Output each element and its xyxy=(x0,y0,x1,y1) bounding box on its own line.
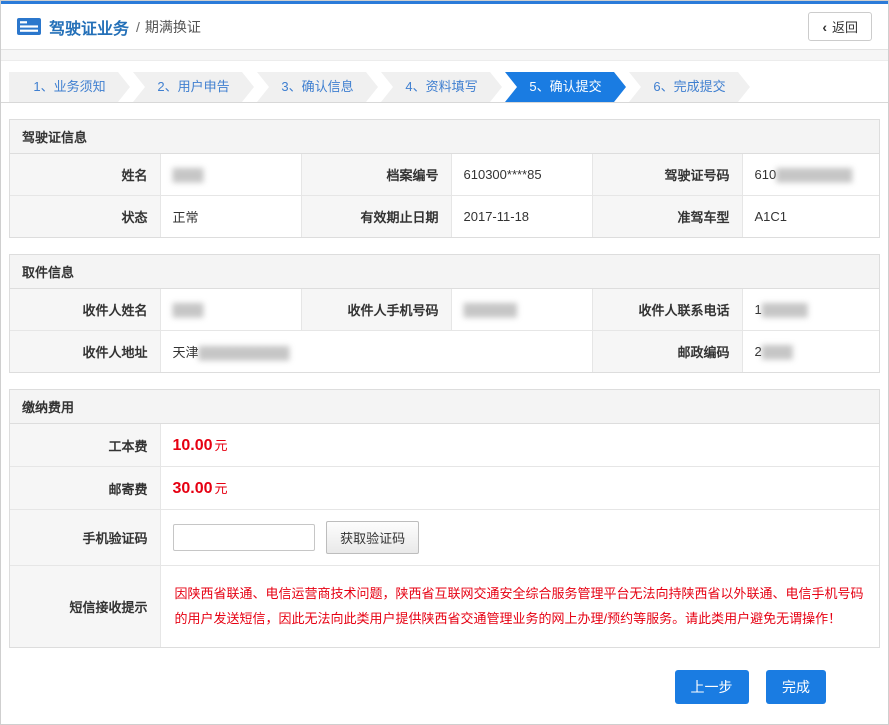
recipient-phone-label: 收件人联系电话 xyxy=(592,289,742,331)
table-row: 姓名 ████ 档案编号 610300****85 驾驶证号码 610█████… xyxy=(10,154,879,196)
sms-code-input[interactable] xyxy=(173,524,315,551)
status-label: 状态 xyxy=(10,196,160,238)
sms-code-cell: 获取验证码 xyxy=(160,510,879,566)
table-row: 收件人地址 天津████████████ 邮政编码 2████ xyxy=(10,331,879,373)
fees-table: 工本费 10.00元 邮寄费 30.00元 手机验证码 获取验证码 短信接收提示… xyxy=(10,424,879,647)
name-value: ████ xyxy=(160,154,301,196)
table-row: 状态 正常 有效期止日期 2017-11-18 准驾车型 A1C1 xyxy=(10,196,879,238)
recipient-address-value: 天津████████████ xyxy=(160,331,592,373)
steps-bar: 1、业务须知 2、用户申告 3、确认信息 4、资料填写 5、确认提交 6、完成提… xyxy=(1,61,888,103)
recipient-address-label: 收件人地址 xyxy=(10,331,160,373)
redacted-recipient-mobile: ███████ xyxy=(464,303,517,317)
redacted-postal-code: ████ xyxy=(762,345,792,359)
page: 驾驶证业务 / 期满换证 ‹ 返回 1、业务须知 2、用户申告 3、确认信息 4… xyxy=(0,0,889,725)
redacted-name: ████ xyxy=(173,168,203,182)
sms-code-label: 手机验证码 xyxy=(10,510,160,566)
back-button-label: 返回 xyxy=(832,17,858,36)
header-divider-band xyxy=(1,50,888,61)
step-4-fill-data: 4、资料填写 xyxy=(381,72,502,102)
valid-until-label: 有效期止日期 xyxy=(301,196,451,238)
table-row: 邮寄费 30.00元 xyxy=(10,467,879,510)
prev-step-button[interactable]: 上一步 xyxy=(675,670,749,704)
status-value: 正常 xyxy=(160,196,301,238)
license-info-section: 驾驶证信息 姓名 ████ 档案编号 610300****85 驾驶证号码 61… xyxy=(9,119,880,238)
sms-notice-text: 因陕西省联通、电信运营商技术问题，陕西省互联网交通安全综合服务管理平台无法向持陕… xyxy=(173,577,868,636)
pickup-info-section: 取件信息 收件人姓名 ████ 收件人手机号码 ███████ 收件人联系电话 … xyxy=(9,254,880,373)
vehicle-type-label: 准驾车型 xyxy=(592,196,742,238)
name-label: 姓名 xyxy=(10,154,160,196)
license-number-value: 610██████████ xyxy=(742,154,879,196)
pickup-info-table: 收件人姓名 ████ 收件人手机号码 ███████ 收件人联系电话 1████… xyxy=(10,289,879,372)
postage-fee-label: 邮寄费 xyxy=(10,467,160,510)
vehicle-type-value: A1C1 xyxy=(742,196,879,238)
chevron-left-icon: ‹ xyxy=(822,20,827,34)
file-number-value: 610300****85 xyxy=(451,154,592,196)
recipient-mobile-value: ███████ xyxy=(451,289,592,331)
postage-fee-value: 30.00元 xyxy=(160,467,879,510)
file-number-label: 档案编号 xyxy=(301,154,451,196)
pickup-info-section-title: 取件信息 xyxy=(10,255,879,289)
redacted-license-number: ██████████ xyxy=(776,168,851,182)
redacted-recipient-phone: ██████ xyxy=(762,303,807,317)
valid-until-value: 2017-11-18 xyxy=(451,196,592,238)
back-button[interactable]: ‹ 返回 xyxy=(808,12,872,41)
step-3-confirm-info: 3、确认信息 xyxy=(257,72,378,102)
license-info-table: 姓名 ████ 档案编号 610300****85 驾驶证号码 610█████… xyxy=(10,154,879,237)
sms-notice-label: 短信接收提示 xyxy=(10,566,160,647)
license-number-label: 驾驶证号码 xyxy=(592,154,742,196)
fees-section: 缴纳费用 工本费 10.00元 邮寄费 30.00元 手机验证码 获取验证码 短… xyxy=(9,389,880,648)
postal-code-value: 2████ xyxy=(742,331,879,373)
header: 驾驶证业务 / 期满换证 ‹ 返回 xyxy=(1,4,888,50)
breadcrumb-separator: / xyxy=(136,19,140,35)
sms-notice-cell: 因陕西省联通、电信运营商技术问题，陕西省互联网交通安全综合服务管理平台无法向持陕… xyxy=(160,566,879,647)
production-fee-value: 10.00元 xyxy=(160,424,879,467)
redacted-recipient-address: ████████████ xyxy=(199,346,289,360)
step-6-complete-submit: 6、完成提交 xyxy=(629,72,750,102)
license-info-section-title: 驾驶证信息 xyxy=(10,120,879,154)
recipient-name-value: ████ xyxy=(160,289,301,331)
table-row: 收件人姓名 ████ 收件人手机号码 ███████ 收件人联系电话 1████… xyxy=(10,289,879,331)
redacted-recipient-name: ████ xyxy=(173,303,203,317)
get-code-button[interactable]: 获取验证码 xyxy=(326,521,419,554)
recipient-name-label: 收件人姓名 xyxy=(10,289,160,331)
table-row: 手机验证码 获取验证码 xyxy=(10,510,879,566)
page-subtitle: 期满换证 xyxy=(145,17,201,37)
table-row: 工本费 10.00元 xyxy=(10,424,879,467)
postal-code-label: 邮政编码 xyxy=(592,331,742,373)
fees-section-title: 缴纳费用 xyxy=(10,390,879,424)
finish-button[interactable]: 完成 xyxy=(766,670,826,704)
page-title: 驾驶证业务 xyxy=(49,15,129,39)
id-card-icon xyxy=(17,18,41,35)
step-5-confirm-submit: 5、确认提交 xyxy=(505,72,626,102)
step-1-business-notice: 1、业务须知 xyxy=(9,72,130,102)
production-fee-label: 工本费 xyxy=(10,424,160,467)
footer-actions: 上一步 完成 xyxy=(1,648,888,724)
step-2-user-declaration: 2、用户申告 xyxy=(133,72,254,102)
recipient-mobile-label: 收件人手机号码 xyxy=(301,289,451,331)
table-row: 短信接收提示 因陕西省联通、电信运营商技术问题，陕西省互联网交通安全综合服务管理… xyxy=(10,566,879,647)
recipient-phone-value: 1██████ xyxy=(742,289,879,331)
